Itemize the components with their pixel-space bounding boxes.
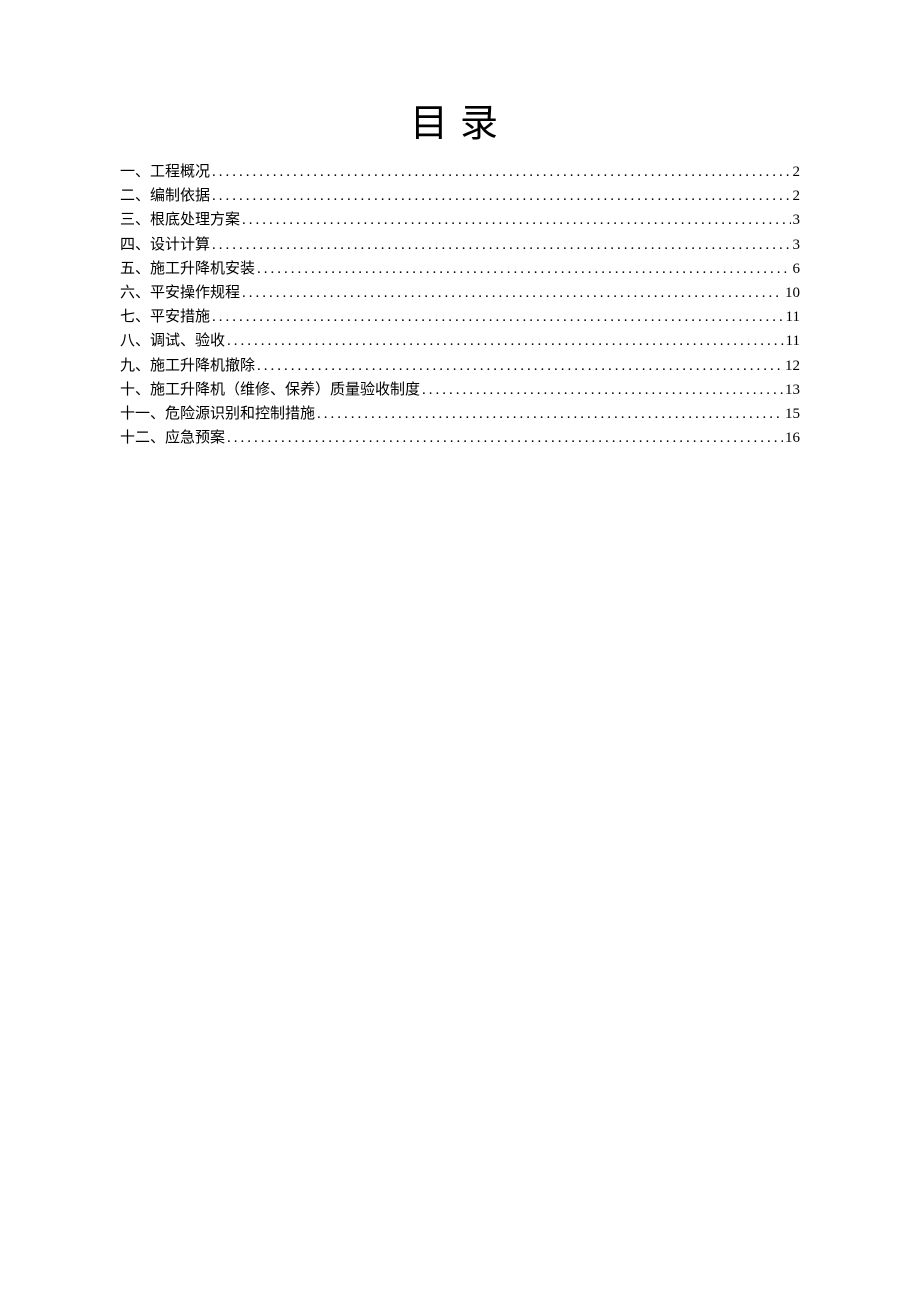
toc-leader (227, 334, 784, 349)
toc-entry: 十、施工升降机（维修、保养）质量验收制度 13 (120, 383, 800, 398)
toc-label: 四、设计计算 (120, 238, 210, 253)
toc-page: 2 (793, 165, 801, 180)
toc-page: 13 (785, 383, 800, 398)
toc-label: 八、调试、验收 (120, 334, 225, 349)
toc-page: 3 (793, 213, 801, 228)
toc-label: 六、平安操作规程 (120, 286, 240, 301)
toc-entry: 一、工程概况 2 (120, 165, 800, 180)
toc-page: 2 (793, 189, 801, 204)
toc-label: 七、平安措施 (120, 310, 210, 325)
toc-label: 一、工程概况 (120, 165, 210, 180)
toc-entry: 四、设计计算 3 (120, 238, 800, 253)
toc-leader (242, 213, 790, 228)
toc-leader (242, 286, 783, 301)
toc-label: 十二、应急预案 (120, 431, 225, 446)
toc-entry: 十一、危险源识别和控制措施 15 (120, 407, 800, 422)
page-title: 目录 (120, 92, 800, 147)
toc-label: 十、施工升降机（维修、保养）质量验收制度 (120, 383, 420, 398)
toc-page: 6 (793, 262, 801, 277)
toc-page: 11 (786, 334, 800, 349)
toc-leader (212, 310, 784, 325)
toc-page: 12 (785, 359, 800, 374)
toc-leader (257, 262, 790, 277)
toc-entry: 八、调试、验收 11 (120, 334, 800, 349)
toc-leader (257, 359, 783, 374)
table-of-contents: 一、工程概况 2 二、编制依据 2 三、根底处理方案 3 四、设计计算 3 五、… (120, 165, 800, 446)
toc-label: 三、根底处理方案 (120, 213, 240, 228)
toc-leader (212, 189, 790, 204)
toc-label: 十一、危险源识别和控制措施 (120, 407, 315, 422)
toc-entry: 二、编制依据 2 (120, 189, 800, 204)
toc-leader (317, 407, 783, 422)
toc-entry: 九、施工升降机撤除 12 (120, 359, 800, 374)
toc-leader (227, 431, 783, 446)
toc-page: 10 (785, 286, 800, 301)
toc-label: 九、施工升降机撤除 (120, 359, 255, 374)
toc-page: 3 (793, 238, 801, 253)
toc-entry: 三、根底处理方案 3 (120, 213, 800, 228)
toc-entry: 十二、应急预案 16 (120, 431, 800, 446)
toc-label: 二、编制依据 (120, 189, 210, 204)
toc-leader (212, 165, 790, 180)
toc-page: 11 (786, 310, 800, 325)
toc-label: 五、施工升降机安装 (120, 262, 255, 277)
toc-entry: 六、平安操作规程 10 (120, 286, 800, 301)
toc-page: 15 (785, 407, 800, 422)
toc-entry: 七、平安措施 11 (120, 310, 800, 325)
toc-page: 16 (785, 431, 800, 446)
toc-entry: 五、施工升降机安装 6 (120, 262, 800, 277)
toc-leader (212, 238, 790, 253)
toc-leader (422, 383, 783, 398)
